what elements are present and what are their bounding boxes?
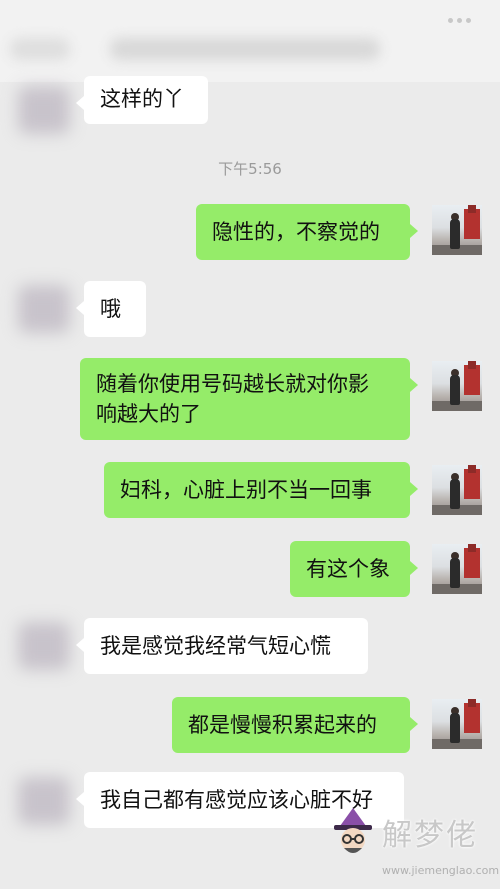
my-avatar[interactable]	[432, 205, 482, 255]
back-button[interactable]	[10, 38, 70, 60]
contact-avatar[interactable]	[18, 86, 70, 134]
message-bubble-sent: 隐性的，不察觉的	[196, 204, 418, 260]
message-text-line: 随着你使用号码越长就对你影	[96, 372, 369, 396]
wizard-hat-logo-icon	[334, 808, 372, 853]
contact-avatar[interactable]	[18, 622, 70, 670]
message-text: 哦	[100, 297, 121, 321]
message-text: 有这个象	[306, 557, 390, 581]
my-avatar[interactable]	[432, 361, 482, 411]
message-bubble-received: 我是感觉我经常气短心慌	[76, 618, 368, 674]
message-text: 这样的丫	[100, 87, 184, 111]
my-avatar[interactable]	[432, 465, 482, 515]
my-avatar[interactable]	[432, 699, 482, 749]
message-text: 妇科，心脏上别不当一回事	[120, 478, 372, 502]
message-text: 隐性的，不察觉的	[212, 220, 380, 244]
watermark: 解梦佬 www.jiemenglao.com	[320, 800, 500, 889]
message-bubble-received: 这样的丫	[76, 76, 208, 124]
message-bubble-received: 哦	[76, 281, 146, 337]
chat-title-blurred	[110, 38, 380, 60]
message-text: 我是感觉我经常气短心慌	[100, 634, 331, 658]
contact-avatar[interactable]	[18, 285, 70, 333]
message-bubble-sent: 都是慢慢积累起来的	[172, 697, 418, 753]
my-avatar[interactable]	[432, 544, 482, 594]
message-text: 都是慢慢积累起来的	[188, 713, 377, 737]
message-text-line: 响越大的了	[96, 402, 201, 426]
more-dots-icon[interactable]	[448, 8, 478, 23]
message-bubble-sent: 随着你使用号码越长就对你影 响越大的了	[80, 358, 418, 440]
message-bubble-sent: 有这个象	[290, 541, 418, 597]
watermark-url: www.jiemenglao.com	[382, 864, 500, 877]
message-bubble-sent: 妇科，心脏上别不当一回事	[104, 462, 418, 518]
chat-header	[0, 0, 500, 82]
watermark-brand: 解梦佬	[382, 818, 478, 853]
message-timestamp: 下午5:56	[218, 160, 282, 178]
contact-avatar[interactable]	[18, 777, 70, 825]
